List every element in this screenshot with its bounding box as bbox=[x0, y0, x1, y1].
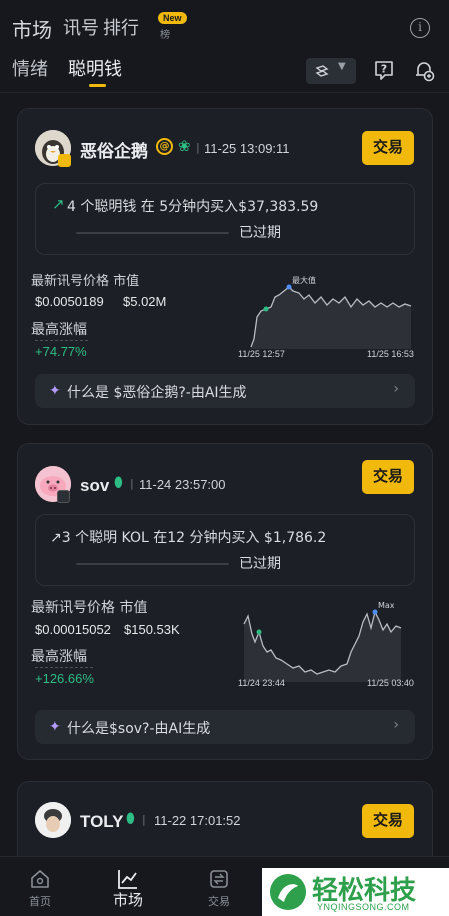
price-mcap-label: 最新讯号价格 市值 bbox=[31, 274, 140, 289]
market-chart-icon bbox=[118, 870, 137, 889]
price-mcap-label: 最新讯号价格 市值 bbox=[31, 600, 148, 616]
help-icon[interactable]: ? bbox=[373, 59, 395, 81]
ai-sparkle-icon: ✦ bbox=[49, 719, 61, 735]
signal-price: $0.00015052 bbox=[35, 622, 111, 637]
separator: | bbox=[130, 477, 134, 490]
watermark-logo bbox=[270, 874, 306, 910]
nav-label: 交易 bbox=[208, 895, 230, 908]
max-point-label: Max bbox=[378, 602, 395, 610]
nav-home[interactable]: 首页 bbox=[0, 857, 80, 916]
chevron-right-icon: › bbox=[393, 381, 399, 397]
pill-icon: ⬮ bbox=[114, 475, 123, 491]
leaf-icon: ❀ bbox=[178, 137, 191, 155]
chain-icon bbox=[315, 65, 329, 77]
max-gain-value: +74.77% bbox=[35, 344, 87, 359]
max-gain-label: 最高涨幅 bbox=[31, 322, 87, 338]
svg-text:?: ? bbox=[381, 63, 387, 76]
ai-explainer-text: 什么是$sov?-由AI生成 bbox=[67, 721, 211, 737]
price-sparkline: 最大值 bbox=[250, 275, 412, 349]
max-gain-label: 最高涨幅 bbox=[31, 649, 87, 665]
separator: | bbox=[196, 141, 200, 154]
status-label: 已过期 bbox=[239, 556, 281, 572]
signal-card: 恶俗企鹅 @ ❀ | 11-25 13:09:11 交易 ↗ 4 个聪明钱 在 … bbox=[17, 108, 433, 425]
signal-text: ↗3 个聪明 KOL 在12 分钟内买入 $1,786.2 bbox=[50, 530, 327, 546]
home-icon bbox=[31, 870, 49, 888]
tab-rank-board[interactable]: 榜 bbox=[160, 26, 170, 41]
token-name[interactable]: TOLY bbox=[80, 812, 123, 832]
signal-card: TOLY ⬮ | 11-22 17:01:52 交易 bbox=[17, 781, 433, 856]
ai-explainer-text: 什么是 $恶俗企鹅?-由AI生成 bbox=[67, 385, 247, 401]
signal-feed[interactable]: 恶俗企鹅 @ ❀ | 11-25 13:09:11 交易 ↗ 4 个聪明钱 在 … bbox=[0, 92, 449, 856]
active-tab-indicator bbox=[89, 84, 106, 87]
token-name[interactable]: 恶俗企鹅 bbox=[80, 137, 148, 162]
verified-badge bbox=[58, 154, 71, 167]
new-badge: New bbox=[158, 12, 187, 24]
sub-tab-bar: 情绪 聪明钱 ▼ ? bbox=[0, 52, 449, 92]
token-name[interactable]: sov bbox=[80, 476, 109, 496]
trend-up-icon: ↗ bbox=[52, 195, 65, 213]
signal-card: sov ⬮ | 11-24 23:57:00 交易 ↗3 个聪明 KOL 在12… bbox=[17, 443, 433, 760]
signal-time: 11-22 17:01:52 bbox=[154, 813, 241, 828]
chevron-right-icon: › bbox=[393, 717, 399, 733]
ai-explainer-row[interactable]: ✦ 什么是 $恶俗企鹅?-由AI生成 › bbox=[35, 374, 415, 408]
max-point-marker bbox=[286, 284, 292, 290]
chain-filter-button[interactable]: ▼ bbox=[306, 58, 356, 84]
market-cap: $150.53K bbox=[124, 622, 180, 637]
signal-price: $0.0050189 bbox=[35, 294, 104, 309]
max-gain-value: +126.66% bbox=[35, 671, 94, 686]
nav-label: 市场 bbox=[112, 891, 143, 909]
ai-explainer-row[interactable]: ✦ 什么是$sov?-由AI生成 › bbox=[35, 710, 415, 744]
signal-point-marker bbox=[263, 306, 269, 312]
trade-button[interactable]: 交易 bbox=[362, 131, 414, 165]
expiry-progress-bar bbox=[76, 232, 229, 234]
tab-signal[interactable]: 讯号 bbox=[63, 14, 99, 40]
at-icon: @ bbox=[156, 138, 173, 155]
tab-market[interactable]: 市场 bbox=[12, 14, 52, 43]
max-point-label: 最大值 bbox=[292, 275, 316, 285]
signal-summary-box[interactable]: ↗ 4 个聪明钱 在 5分钟内买入$37,383.59 已过期 bbox=[35, 183, 415, 255]
signal-time: 11-25 13:09:11 bbox=[204, 141, 290, 156]
info-icon[interactable]: i bbox=[410, 18, 430, 38]
signal-text: 4 个聪明钱 在 5分钟内买入$37,383.59 bbox=[67, 199, 319, 215]
chart-start-time: 11/24 23:44 bbox=[238, 678, 285, 688]
status-label: 已过期 bbox=[239, 225, 281, 241]
dashed-underline bbox=[35, 667, 93, 668]
separator: | bbox=[142, 813, 146, 826]
chart-start-time: 11/25 12:57 bbox=[238, 349, 285, 359]
dashed-underline bbox=[35, 340, 88, 341]
market-cap: $5.02M bbox=[123, 294, 167, 309]
ai-sparkle-icon: ✦ bbox=[49, 383, 61, 399]
signal-time: 11-24 23:57:00 bbox=[139, 477, 226, 492]
trade-button[interactable]: 交易 bbox=[362, 804, 414, 838]
chart-end-time: 11/25 03:40 bbox=[367, 678, 414, 688]
tab-smart-money[interactable]: 聪明钱 bbox=[68, 55, 122, 81]
signal-point-marker bbox=[256, 629, 262, 635]
nav-label: 首页 bbox=[29, 895, 51, 908]
trade-button[interactable]: 交易 bbox=[362, 460, 414, 494]
signal-summary-box[interactable]: ↗3 个聪明 KOL 在12 分钟内买入 $1,786.2 已过期 bbox=[35, 514, 415, 586]
max-point-marker bbox=[372, 609, 378, 615]
chain-badge bbox=[57, 490, 70, 503]
nav-market[interactable]: 市场 bbox=[88, 857, 168, 916]
expiry-progress-bar bbox=[76, 563, 229, 565]
chevron-down-icon: ▼ bbox=[338, 61, 346, 72]
pill-icon: ⬮ bbox=[126, 811, 135, 827]
nav-trade[interactable]: 交易 bbox=[179, 857, 259, 916]
trade-icon bbox=[210, 870, 228, 888]
price-sparkline: Max bbox=[243, 602, 402, 682]
watermark: 轻松科技 YNQINGSONG.COM bbox=[262, 868, 449, 916]
watermark-sub: YNQINGSONG.COM bbox=[317, 902, 410, 912]
alert-bell-icon[interactable] bbox=[413, 59, 435, 83]
avatar[interactable] bbox=[35, 802, 71, 838]
tab-rank[interactable]: 排行 bbox=[103, 14, 139, 40]
chart-end-time: 11/25 16:53 bbox=[367, 349, 414, 359]
top-tab-bar: 市场 讯号 排行 New 榜 i bbox=[0, 0, 449, 52]
tab-emotion[interactable]: 情绪 bbox=[12, 55, 48, 81]
